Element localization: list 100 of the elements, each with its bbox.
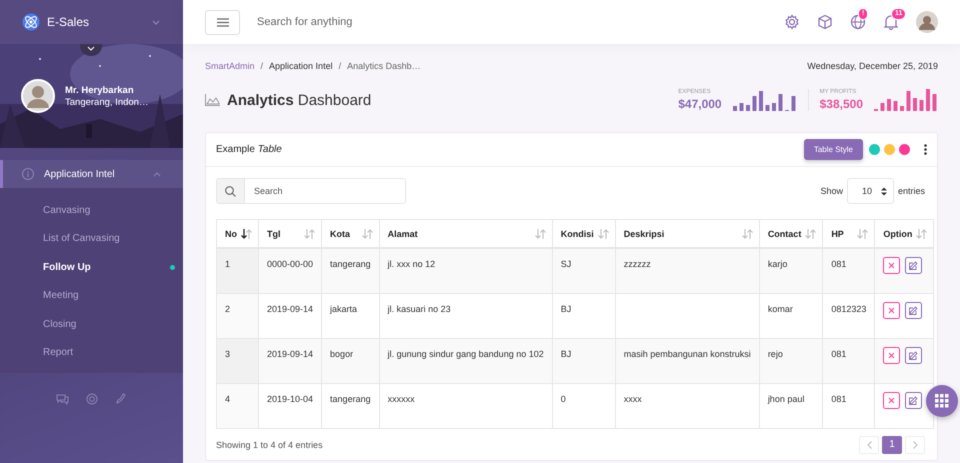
active-dot-icon xyxy=(170,264,175,270)
stat-value: $47,000 xyxy=(678,97,722,111)
table-cell: jl. xxx no 12 xyxy=(388,259,436,269)
table-cell: jl. gunung sindur gang bandung no 102 xyxy=(388,348,544,358)
table-cell: komar xyxy=(768,304,793,314)
chevron-down-icon[interactable] xyxy=(80,44,102,56)
lifebuoy-icon[interactable] xyxy=(86,393,98,405)
table-cell: 0000-00-00 xyxy=(267,259,314,269)
delete-button[interactable] xyxy=(883,257,900,274)
table-cell: zzzzzz xyxy=(624,259,651,269)
cube-icon[interactable] xyxy=(817,14,833,30)
date-text: Wednesday, December 25, 2019 xyxy=(807,61,938,71)
page-size-select[interactable]: 10 xyxy=(846,178,894,204)
nav-item[interactable]: Follow Up xyxy=(0,253,183,282)
page-button[interactable]: 1 xyxy=(882,436,902,454)
table-cell: tangerang xyxy=(330,394,371,404)
avatar[interactable] xyxy=(916,11,938,33)
delete-button[interactable] xyxy=(883,392,900,408)
nav-item[interactable]: List of Canvasing xyxy=(0,224,183,253)
sort-icon[interactable] xyxy=(742,228,753,238)
table-cell: 2 xyxy=(225,304,230,314)
brand-name: E-Sales xyxy=(47,15,90,29)
panel-title: Example Table xyxy=(216,144,283,155)
sort-icon[interactable] xyxy=(362,228,373,238)
info-icon xyxy=(22,168,34,180)
entries-label: entries xyxy=(898,186,925,196)
chevron-up-icon xyxy=(153,172,161,176)
color-swatch[interactable] xyxy=(899,144,910,155)
nav-group-label: Application Intel xyxy=(44,168,116,180)
table-summary: Showing 1 to 4 of 4 entries xyxy=(216,440,323,450)
table-cell: 3 xyxy=(225,348,230,358)
chevron-left-icon xyxy=(866,440,872,448)
bell-icon[interactable] xyxy=(883,14,899,30)
table-cell: tangerang xyxy=(330,259,371,269)
table-cell: 4 xyxy=(225,394,230,404)
grid-icon xyxy=(935,394,949,408)
table-cell: BJ xyxy=(560,348,572,358)
nav-item[interactable]: Report xyxy=(0,338,183,367)
menu-icon xyxy=(216,18,228,26)
sort-icon[interactable] xyxy=(534,228,546,238)
atom-logo-icon xyxy=(22,13,40,31)
sort-icon[interactable] xyxy=(805,228,816,238)
edit-button[interactable] xyxy=(905,392,922,408)
table-cell: BJ xyxy=(560,304,572,314)
avatar xyxy=(21,79,55,113)
user-location: Tangerang, Indon… xyxy=(65,96,148,108)
table-cell: karjo xyxy=(768,259,788,269)
edit-button[interactable] xyxy=(905,257,922,274)
table-cell: 2019-09-14 xyxy=(267,348,314,358)
table-cell: 081 xyxy=(831,259,846,269)
previous-page-button[interactable] xyxy=(859,436,879,454)
search-icon xyxy=(225,186,236,196)
table-cell: xxxxxx xyxy=(388,394,415,404)
sort-icon[interactable] xyxy=(304,228,316,238)
breadcrumb-link[interactable]: Application Intel xyxy=(269,61,333,71)
color-swatch[interactable] xyxy=(869,144,880,155)
table-cell: rejo xyxy=(768,348,783,358)
table-cell: jl. kasuari no 23 xyxy=(388,304,451,314)
nav-item[interactable]: Meeting xyxy=(0,282,183,310)
nav-item[interactable]: Closing xyxy=(0,310,183,338)
sort-icon[interactable] xyxy=(857,228,868,238)
table-cell: bogor xyxy=(330,348,354,358)
table-cell: jakarta xyxy=(330,304,358,314)
area-chart-icon xyxy=(205,94,220,106)
breadcrumb-link[interactable]: SmartAdmin xyxy=(205,61,255,71)
table-cell: 2019-09-14 xyxy=(267,304,314,314)
nav-group-item[interactable]: Application Intel xyxy=(0,160,183,188)
chevron-right-icon xyxy=(912,440,918,448)
table-cell: 1 xyxy=(225,259,230,269)
table-cell: xxxx xyxy=(624,394,642,404)
nav-item[interactable]: Canvasing xyxy=(0,196,183,224)
color-swatch[interactable] xyxy=(884,144,895,155)
delete-button[interactable] xyxy=(883,302,900,318)
edit-button[interactable] xyxy=(905,302,922,318)
table-cell: masih pembangunan konstruksi xyxy=(624,348,751,358)
table-cell: 081 xyxy=(831,394,846,404)
table-cell: 2019-10-04 xyxy=(267,394,314,404)
globe-icon[interactable] xyxy=(850,14,866,30)
menu-button[interactable] xyxy=(205,10,240,34)
edit-button[interactable] xyxy=(905,346,922,364)
show-label: Show xyxy=(820,186,843,196)
apps-button[interactable] xyxy=(926,385,958,417)
sort-descending-icon[interactable] xyxy=(241,228,252,238)
gear-icon[interactable] xyxy=(784,14,800,30)
table-cell: 0 xyxy=(560,394,566,404)
table-cell: 081 xyxy=(831,348,846,358)
more-options-icon[interactable] xyxy=(924,144,927,155)
table-search-field[interactable]: Search xyxy=(216,178,406,204)
breadcrumb-link[interactable]: Analytics Dashb… xyxy=(347,61,421,71)
sort-icon[interactable] xyxy=(598,228,609,238)
table-cell: jhon paul xyxy=(768,394,804,404)
breadcrumb-separator: / xyxy=(260,61,264,71)
table-style-button[interactable]: Table Style xyxy=(804,139,863,160)
delete-button[interactable] xyxy=(883,346,900,364)
chat-icon[interactable] xyxy=(56,393,69,405)
sort-caret-icon xyxy=(880,186,887,196)
table-cell: 0812323 xyxy=(831,304,866,314)
page-title: Analytics Dashboard xyxy=(227,92,372,108)
user-name: Mr. Herybarkan xyxy=(65,84,135,96)
sort-icon[interactable] xyxy=(916,228,928,238)
